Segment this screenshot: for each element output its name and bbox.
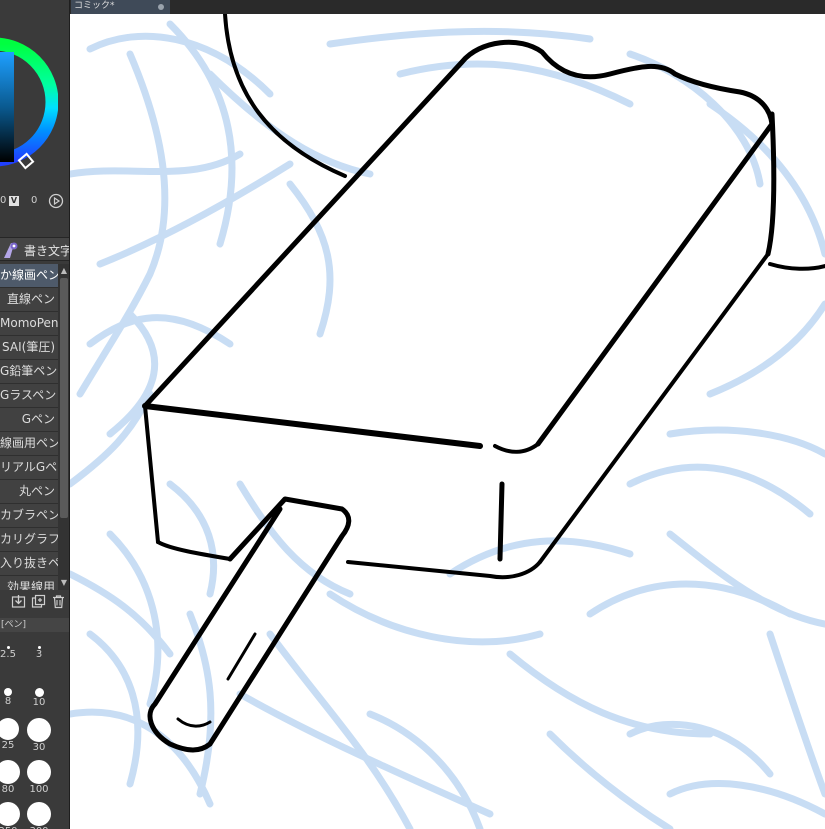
brush-size-value: 100 xyxy=(29,784,49,795)
brush-size-cell[interactable]: 25 xyxy=(0,718,23,752)
brush-size-preview xyxy=(37,646,41,649)
brush-list-item[interactable]: 効果線用 xyxy=(0,576,58,590)
brush-size-preview xyxy=(27,718,51,742)
brush-size-preview xyxy=(34,688,44,697)
brush-size-value: 25 xyxy=(1,740,15,751)
brush-list: か線画ペン 直線ペン MomoPen) SAI(筆圧) G鉛筆ペン Gラスペン Gペン 線画用… xyxy=(0,264,58,590)
brush-list-item[interactable]: G鉛筆ペン xyxy=(0,360,58,384)
color-wheel[interactable] xyxy=(0,4,58,200)
color-value-1: 0 xyxy=(0,195,7,206)
tab-close-icon[interactable] xyxy=(158,4,164,10)
brush-list-item[interactable]: か線画ペン xyxy=(0,264,58,288)
brush-list-toolbar xyxy=(0,592,69,612)
left-panel: 0 V 0 書き文字 か線画ペン 直線ペン MomoPen) SAI(筆圧) G鉛筆ペン… xyxy=(0,0,70,829)
chevron-down-icon[interactable]: ▼ xyxy=(59,577,69,588)
brush-list-item[interactable]: 入り抜きペン xyxy=(0,552,58,576)
brush-size-value: 8 xyxy=(4,696,12,707)
document-tab-bar: コミック* xyxy=(70,0,825,14)
brush-size-cell[interactable]: 8 xyxy=(0,688,23,708)
brush-list-item[interactable]: MomoPen) xyxy=(0,312,58,336)
brush-size-grid: 2.5 3 8 10 25 30 80 100 250300 xyxy=(0,634,56,829)
sub-tool-title: 書き文字 xyxy=(24,244,70,258)
scroll-thumb[interactable] xyxy=(60,278,68,518)
brush-size-cell[interactable]: 30 xyxy=(24,718,54,754)
drawing-canvas[interactable] xyxy=(70,14,825,829)
brush-list-scrollbar[interactable]: ▲ ▼ xyxy=(58,264,69,590)
brush-size-header: [ペン] xyxy=(0,618,69,632)
brush-size-preview xyxy=(27,802,51,826)
brush-size-preview xyxy=(27,760,51,784)
v-label: V xyxy=(9,196,19,206)
brush-list-item[interactable]: カブラペン xyxy=(0,504,58,528)
import-icon[interactable] xyxy=(11,594,26,609)
color-value-2: 0 xyxy=(31,195,38,206)
brush-list-item[interactable]: カリグラフィ xyxy=(0,528,58,552)
trash-icon[interactable] xyxy=(51,594,66,609)
brush-list-item[interactable]: Gペン xyxy=(0,408,58,432)
brush-list-item[interactable]: 丸ペン xyxy=(0,480,58,504)
chevron-up-icon[interactable]: ▲ xyxy=(59,265,69,276)
sub-tool-header[interactable]: 書き文字 xyxy=(0,237,70,261)
color-wheel-panel: 0 V 0 xyxy=(0,0,69,215)
brush-size-preview xyxy=(0,760,20,784)
brush-size-cell[interactable]: 100 xyxy=(24,760,54,796)
brush-size-preview xyxy=(0,718,19,740)
brush-size-value: 80 xyxy=(1,784,15,795)
brush-size-value: 30 xyxy=(32,742,46,753)
duplicate-icon[interactable] xyxy=(31,594,46,609)
brush-size-preview xyxy=(4,688,12,696)
document-tab[interactable]: コミック* xyxy=(71,0,170,14)
brush-size-value: 10 xyxy=(32,697,46,708)
brush-size-cell[interactable]: 2.5 xyxy=(0,646,23,661)
document-tab-title: コミック* xyxy=(74,1,115,11)
brush-list-item[interactable]: 線画用ペン xyxy=(0,432,58,456)
brush-size-cell[interactable]: 3 xyxy=(24,646,54,661)
brush-size-cell[interactable]: 80 xyxy=(0,760,23,796)
brush-list-item[interactable]: SAI(筆圧) xyxy=(0,336,58,360)
brush-size-cell[interactable]: 10 xyxy=(24,688,54,709)
brush-list-item[interactable]: Gラスペン xyxy=(0,384,58,408)
canvas-artwork xyxy=(70,14,825,829)
background-circle-outline xyxy=(223,14,825,271)
brush-list-item[interactable]: リアルGペン xyxy=(0,456,58,480)
brush-size-preview xyxy=(0,802,20,826)
sketch-layer xyxy=(70,20,825,829)
brush-list-item[interactable]: 直線ペン xyxy=(0,288,58,312)
brush-size-value: 3 xyxy=(35,649,43,660)
brush-size-preview xyxy=(6,646,10,649)
brush-size-cell[interactable]: 300 xyxy=(24,802,54,829)
brush-size-value: 2.5 xyxy=(0,649,16,660)
play-circle-icon[interactable] xyxy=(48,193,64,209)
pen-nib-icon xyxy=(4,242,18,258)
color-readout: 0 V 0 xyxy=(0,193,69,210)
brush-size-cell[interactable]: 250 xyxy=(0,802,23,829)
